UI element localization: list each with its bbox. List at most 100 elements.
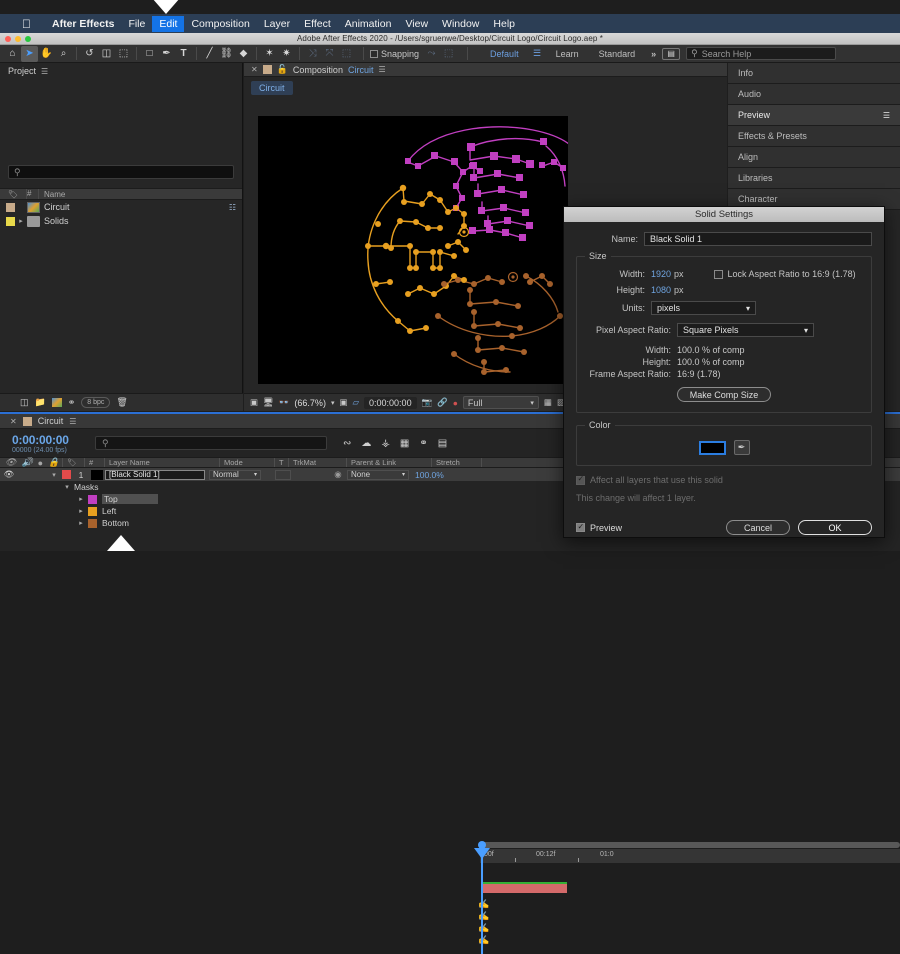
menu-animation[interactable]: Animation [338, 16, 399, 32]
solo-icon[interactable]: ● [38, 458, 43, 468]
hide-shy-layers-icon[interactable]: ⚶ [381, 438, 390, 449]
transparency-grid-icon[interactable]: ▱ [352, 397, 359, 408]
cancel-button[interactable]: Cancel [726, 520, 790, 535]
selection-tool-icon[interactable]: ➤ [21, 46, 38, 62]
close-icon[interactable]: ✕ [251, 65, 258, 74]
disclosure-triangle-icon[interactable]: ▸ [74, 507, 88, 515]
delete-icon[interactable]: 🗑 [116, 397, 127, 408]
timeline-ruler[interactable]: 00f 00:12f 01:0 [480, 842, 900, 864]
window-controls[interactable] [5, 36, 31, 42]
playhead-line[interactable] [481, 850, 483, 954]
toggle-mask-icon[interactable]: ▦ [544, 397, 552, 408]
lock-aspect-ratio-toggle[interactable]: Lock Aspect Ratio to 16:9 (1.78) [714, 269, 856, 279]
snapping-target-icon[interactable]: ⤳ [423, 46, 440, 62]
width-value[interactable]: 1920 [651, 269, 671, 279]
camera-tool-icon[interactable]: ◫ [98, 46, 115, 62]
snapshot-icon[interactable]: 📷 [422, 397, 433, 408]
composition-viewer[interactable] [258, 116, 568, 384]
chevron-down-icon[interactable]: ▾ [331, 399, 335, 407]
project-item-solids[interactable]: ▸ Solids [0, 214, 242, 228]
panel-menu-icon[interactable]: ☰ [41, 67, 48, 76]
brush-tool-icon[interactable]: ╱ [201, 46, 218, 62]
units-dropdown[interactable]: pixels ▾ [651, 301, 756, 315]
menu-view[interactable]: View [398, 16, 435, 32]
bit-depth-button[interactable]: 8 bpc [81, 397, 110, 408]
layer-parent-dropdown[interactable]: None ▾ [347, 470, 409, 480]
lock-icon[interactable]: 🔓 [277, 64, 288, 75]
panel-tab-preview[interactable]: Preview ☰ [728, 105, 900, 126]
menu-edit[interactable]: Edit [152, 16, 184, 32]
motion-blur-icon[interactable]: ⚭ [419, 438, 427, 449]
timeline-current-time[interactable]: 0:00:00:00 00000 (24.00 fps) [0, 433, 95, 454]
timeline-search-input[interactable]: ⚲ [95, 436, 327, 450]
disclosure-triangle-icon[interactable]: ▸ [74, 495, 88, 503]
workspace-menu-icon[interactable]: ☰ [529, 46, 546, 62]
solid-name-input[interactable]: Black Solid 1 [644, 232, 872, 246]
workspace-presets-icon[interactable]: ▤ [662, 48, 680, 60]
menu-effect[interactable]: Effect [297, 16, 338, 32]
project-panel-tab-label[interactable]: Project [8, 66, 36, 76]
menu-composition[interactable]: Composition [184, 16, 256, 32]
menu-layer[interactable]: Layer [257, 16, 297, 32]
disclosure-triangle-icon[interactable]: ▸ [15, 217, 27, 225]
panel-tab-effects-presets[interactable]: Effects & Presets [728, 126, 900, 147]
search-help-box[interactable]: ⚲ Search Help [686, 47, 836, 60]
frame-blending-icon[interactable]: ▦ [400, 438, 409, 449]
label-swatch[interactable] [6, 217, 15, 226]
audio-icon[interactable]: 🔊 [21, 457, 32, 468]
new-folder-icon[interactable]: 📁 [35, 397, 46, 408]
workspace-default[interactable]: Default [480, 49, 529, 59]
make-comp-size-button[interactable]: Make Comp Size [677, 387, 772, 402]
breadcrumb-circuit[interactable]: Circuit [251, 81, 293, 95]
workspace-overflow-icon[interactable]: » [645, 49, 662, 59]
interpret-footage-icon[interactable]: ⚭ [68, 397, 76, 408]
channels-icon[interactable]: ● [453, 398, 458, 408]
lock-aspect-checkbox[interactable] [714, 270, 723, 279]
mask-keyframe-markers[interactable]: ✍✍✍✍ [478, 898, 489, 946]
lock-icon[interactable]: 🔒 [48, 457, 59, 468]
disclosure-triangle-icon[interactable]: ▸ [74, 519, 88, 527]
project-settings-icon[interactable] [52, 398, 62, 407]
layer-label-swatch[interactable] [62, 470, 71, 479]
hand-tool-icon[interactable]: ✋ [38, 46, 55, 62]
comp-tab-name[interactable]: Circuit [348, 65, 374, 75]
resolution-dropdown[interactable]: Full ▾ [463, 396, 539, 409]
graph-editor-icon[interactable]: ▤ [438, 438, 447, 449]
panel-tab-libraries[interactable]: Libraries [728, 168, 900, 189]
panel-menu-icon[interactable]: ☰ [883, 111, 890, 120]
layer-blend-mode-dropdown[interactable]: Normal ▾ [209, 470, 261, 480]
panel-menu-icon[interactable]: ☰ [378, 65, 385, 74]
solid-color-swatch[interactable] [699, 441, 726, 455]
main-view-icon[interactable]: 🖥 [263, 397, 274, 408]
panel-tab-audio[interactable]: Audio [728, 84, 900, 105]
home-icon[interactable]: ⌂ [4, 46, 21, 62]
layer-visibility-toggle[interactable]: 👁 [0, 469, 18, 480]
workspace-learn[interactable]: Learn [546, 49, 589, 59]
eyedropper-icon[interactable]: ✒ [734, 440, 750, 455]
panel-menu-icon[interactable]: ☰ [69, 417, 76, 426]
workspace-standard[interactable]: Standard [589, 49, 646, 59]
menu-help[interactable]: Help [486, 16, 522, 32]
ok-button[interactable]: OK [798, 520, 872, 535]
timeline-tab-label[interactable]: Circuit [38, 416, 64, 426]
layer-disclosure-icon[interactable]: ▾ [46, 471, 62, 479]
align-distribute-icon[interactable]: ⬚ [338, 46, 355, 62]
close-window-button[interactable] [5, 36, 11, 42]
close-icon[interactable]: ✕ [10, 417, 17, 426]
puppet-pin-tool-icon[interactable]: ✷ [278, 46, 295, 62]
clone-stamp-tool-icon[interactable]: ⛓ [218, 46, 235, 62]
zoom-level-value[interactable]: (66.7%) [294, 398, 326, 408]
layer-stretch-value[interactable]: 100.0% [409, 470, 457, 480]
minimize-window-button[interactable] [15, 36, 21, 42]
align-center-icon[interactable]: ⤧ [321, 46, 338, 62]
timeline-zoom-bar[interactable] [480, 842, 900, 848]
current-time-value[interactable]: 0:00:00:00 [364, 397, 417, 409]
preview-toggle[interactable]: Preview [576, 523, 622, 533]
shape-tool-icon[interactable]: □ [141, 46, 158, 62]
region-of-interest-icon[interactable]: ▣ [339, 397, 347, 408]
apple-logo-icon[interactable]:  [22, 18, 31, 30]
pen-tool-icon[interactable]: ✒ [158, 46, 175, 62]
snapping-toggle[interactable]: Snapping [370, 49, 419, 59]
eye-icon[interactable]: 👁 [5, 457, 16, 468]
snapping-checkbox[interactable] [370, 50, 378, 58]
